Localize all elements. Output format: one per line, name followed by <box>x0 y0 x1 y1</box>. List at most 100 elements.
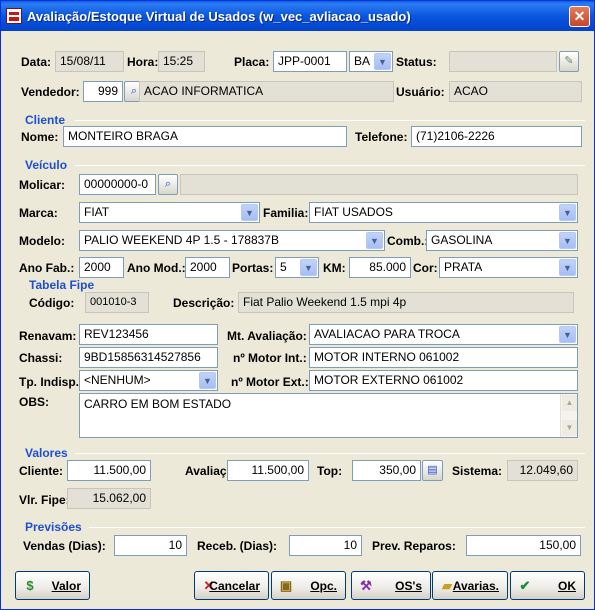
usuario-field: ACAO <box>449 81 582 102</box>
chevron-down-icon[interactable]: ▼ <box>559 232 576 249</box>
mt-avaliacao-select[interactable]: AVALIACAO PARA TROCA ▼ <box>309 324 578 345</box>
km-label: KM: <box>323 261 346 275</box>
status-field <box>449 51 557 72</box>
chevron-down-icon[interactable]: ▼ <box>559 326 576 343</box>
familia-select[interactable]: FIAT USADOS ▼ <box>309 202 578 223</box>
prev-reparos-input[interactable]: 150,00 <box>466 535 581 556</box>
placa-input[interactable]: JPP-0001 <box>273 51 347 72</box>
valor-button[interactable]: $ Valor <box>15 571 90 600</box>
tp-indisp-select[interactable]: <NENHUM> ▼ <box>79 370 218 391</box>
molicar-input[interactable]: 00000000-0 <box>79 174 156 195</box>
divider <box>75 165 585 166</box>
os-button[interactable]: ⚒ OS's <box>351 571 431 600</box>
tp-indisp-label: Tp. Indisp.: <box>19 375 83 389</box>
km-input[interactable]: 85.000 <box>349 257 411 278</box>
mt-avaliacao-value: AVALIACAO PARA TROCA <box>314 327 460 341</box>
modelo-label: Modelo: <box>19 234 65 248</box>
fipe-descricao-label: Descrição: <box>173 296 235 310</box>
work-orders-icon: ⚒ <box>360 578 372 593</box>
check-icon: ✔ <box>519 578 531 593</box>
valor-top-input[interactable]: 350,00 <box>352 460 421 481</box>
portas-select[interactable]: 5 ▼ <box>275 257 319 278</box>
motor-int-input[interactable]: MOTOR INTERNO 061002 <box>309 347 578 368</box>
chevron-down-icon[interactable]: ▼ <box>366 232 383 249</box>
obs-scrollbar[interactable]: ▲ ▼ <box>560 394 577 437</box>
vendas-dias-input[interactable]: 10 <box>114 535 187 556</box>
prev-reparos-label: Prev. Reparos: <box>372 539 456 553</box>
calculator-icon[interactable]: ▤ <box>422 460 443 481</box>
molicar-descricao-field <box>180 174 578 195</box>
valor-cliente-input[interactable]: 11.500,00 <box>67 460 151 481</box>
marca-label: Marca: <box>19 206 58 220</box>
renavam-label: Renavam: <box>19 329 77 343</box>
usuario-label: Usuário: <box>396 85 445 99</box>
ok-button[interactable]: ✔ OK <box>510 571 585 600</box>
vendas-dias-label: Vendas (Dias): <box>23 539 106 553</box>
vendedor-codigo-input[interactable]: 999 <box>83 81 123 102</box>
close-button[interactable]: ✕ <box>569 6 590 27</box>
scroll-up-icon[interactable]: ▲ <box>562 395 577 411</box>
cor-select[interactable]: PRATA ▼ <box>439 257 578 278</box>
cancel-button-label: Cancelar <box>209 579 260 593</box>
valor-cliente-label: Cliente: <box>19 464 64 478</box>
receb-dias-input[interactable]: 10 <box>289 535 362 556</box>
main-window: Avaliação/Estoque Virtual de Usados (w_v… <box>0 0 595 610</box>
nome-input[interactable]: MONTEIRO BRAGA <box>63 126 347 147</box>
receb-dias-label: Receb. (Dias): <box>197 539 278 553</box>
modelo-select[interactable]: PALIO WEEKEND 4P 1.5 - 178837B ▼ <box>79 230 385 251</box>
comb-select[interactable]: GASOLINA ▼ <box>426 230 578 251</box>
chevron-down-icon[interactable]: ▼ <box>199 372 216 389</box>
vendedor-nome-field: ACAO INFORMATICA <box>139 81 394 102</box>
options-button[interactable]: ▣ Opc. <box>271 571 346 600</box>
chassi-input[interactable]: 9BD15856314527856 <box>79 347 218 368</box>
form-body: Data: 15/08/11 Hora: 15:25 Placa: JPP-00… <box>5 33 590 607</box>
obs-label: OBS: <box>19 395 49 409</box>
cor-label: Cor: <box>413 261 438 275</box>
options-icon: ▣ <box>279 578 293 593</box>
telefone-input[interactable]: (71)2106-2226 <box>411 126 582 147</box>
vlr-fipe-field: 15.062,00 <box>67 488 151 509</box>
familia-label: Familia: <box>263 206 309 220</box>
comb-value: GASOLINA <box>431 233 493 247</box>
marca-select[interactable]: FIAT ▼ <box>79 202 260 223</box>
chevron-down-icon[interactable]: ▼ <box>374 53 391 70</box>
renavam-input[interactable]: REV123456 <box>79 324 218 345</box>
avarias-button-label: Avarias. <box>452 579 499 593</box>
hora-field: 15:25 <box>158 51 205 72</box>
chevron-down-icon[interactable]: ▼ <box>559 204 576 221</box>
cancel-button[interactable]: ✕ Cancelar <box>194 571 269 600</box>
portas-label: Portas: <box>232 261 274 275</box>
ano-mod-input[interactable]: 2000 <box>185 257 230 278</box>
telefone-label: Telefone: <box>355 130 408 144</box>
data-field: 15/08/11 <box>55 51 124 72</box>
divider <box>75 453 585 454</box>
chevron-down-icon[interactable]: ▼ <box>241 204 258 221</box>
divider <box>89 527 585 528</box>
edit-status-icon[interactable]: ✎ <box>559 51 579 72</box>
previsoes-section-title: Previsões <box>25 520 82 534</box>
valor-sistema-label: Sistema: <box>452 464 503 478</box>
status-label: Status: <box>396 55 437 69</box>
uf-select[interactable]: BA ▼ <box>349 51 393 72</box>
search-molicar-icon[interactable]: ⌕ <box>158 174 178 195</box>
ano-mod-label: Ano Mod.: <box>127 261 186 275</box>
fipe-descricao-field: Fiat Palio Weekend 1.5 mpi 4p <box>238 292 574 313</box>
valor-sistema-field: 12.049,60 <box>507 460 578 481</box>
veiculo-section-title: Veículo <box>25 158 68 172</box>
cor-value: PRATA <box>444 260 483 274</box>
nome-label: Nome: <box>21 130 59 144</box>
motor-ext-input[interactable]: MOTOR EXTERNO 061002 <box>309 370 578 391</box>
chassi-label: Chassi: <box>19 351 63 365</box>
comb-label: Comb.: <box>387 234 429 248</box>
valor-top-label: Top: <box>317 464 343 478</box>
chevron-down-icon[interactable]: ▼ <box>559 259 576 276</box>
avarias-button[interactable]: ▰ Avarias. <box>432 571 508 600</box>
obs-textarea[interactable]: CARRO EM BOM ESTADO ▲ ▼ <box>79 393 578 438</box>
title-bar: Avaliação/Estoque Virtual de Usados (w_v… <box>1 1 594 31</box>
valor-avaliacao-input[interactable]: 11.500,00 <box>227 460 309 481</box>
familia-value: FIAT USADOS <box>314 205 393 219</box>
chevron-down-icon[interactable]: ▼ <box>300 259 317 276</box>
scroll-down-icon[interactable]: ▼ <box>562 420 577 436</box>
ano-fab-input[interactable]: 2000 <box>79 257 124 278</box>
money-bag-icon: $ <box>26 578 34 593</box>
